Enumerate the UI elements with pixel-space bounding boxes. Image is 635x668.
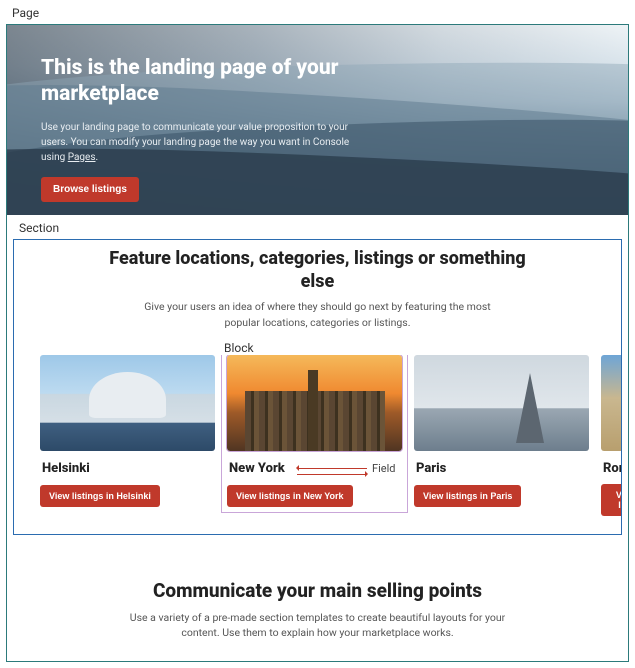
hero-description-tail: . (96, 152, 99, 163)
field-arrow (297, 468, 367, 469)
hero-section: This is the landing page of your marketp… (7, 25, 628, 215)
feature-cards-row: Helsinki View listings in Helsinki New Y… (14, 355, 621, 516)
hero-pages-link[interactable]: Pages (68, 152, 96, 163)
communicate-section: Communicate your main selling points Use… (13, 565, 622, 662)
feature-subheading: Give your users an idea of where they sh… (138, 299, 498, 331)
view-listings-button[interactable]: View listings in New York (227, 485, 353, 507)
view-listings-button[interactable]: View listings in Helsinki (40, 485, 160, 507)
view-listings-button[interactable]: View listi (601, 484, 621, 516)
feature-heading: Feature locations, categories, listings … (108, 248, 528, 293)
location-thumb[interactable] (40, 355, 215, 451)
communicate-subheading: Use a variety of a pre-made section temp… (118, 610, 518, 642)
browse-listings-button[interactable]: Browse listings (41, 177, 139, 202)
location-title: Paris (416, 461, 589, 476)
location-title: Rome (603, 461, 621, 476)
location-thumb[interactable] (414, 355, 589, 451)
location-thumb[interactable] (601, 355, 621, 451)
page-container: This is the landing page of your marketp… (6, 24, 629, 662)
section-annotation-label: Section (15, 219, 63, 237)
location-card-new-york: New York View listings in New York Field (227, 355, 402, 507)
field-arrow (297, 474, 367, 475)
location-thumb[interactable] (227, 355, 402, 451)
communicate-heading: Communicate your main selling points (13, 579, 622, 602)
location-title: Helsinki (42, 461, 215, 476)
location-card-paris: Paris View listings in Paris (414, 355, 589, 507)
field-annotation-label: Field (372, 462, 395, 475)
block-annotation-label: Block (224, 341, 621, 355)
location-card-helsinki: Helsinki View listings in Helsinki (40, 355, 215, 507)
hero-title: This is the landing page of your marketp… (41, 55, 371, 108)
hero-description: Use your landing page to communicate you… (41, 120, 371, 165)
feature-section: Feature locations, categories, listings … (13, 239, 622, 535)
page-annotation-label: Page (8, 4, 43, 22)
location-card-rome: Rome View listi (601, 355, 621, 516)
view-listings-button[interactable]: View listings in Paris (414, 485, 521, 507)
